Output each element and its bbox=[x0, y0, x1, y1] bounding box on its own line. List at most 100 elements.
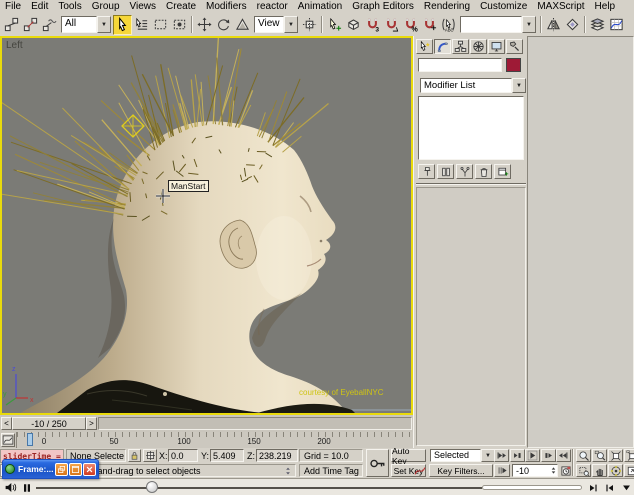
seek-bar[interactable] bbox=[36, 487, 482, 489]
viewport-label[interactable]: Left bbox=[6, 40, 23, 51]
select-and-link-button[interactable] bbox=[2, 15, 21, 35]
menu-item-tools[interactable]: Tools bbox=[53, 1, 86, 12]
chevron-down-icon[interactable]: ▼ bbox=[512, 78, 526, 93]
zoom-button[interactable] bbox=[576, 449, 591, 462]
object-color-swatch[interactable] bbox=[506, 58, 521, 72]
tab-utilities[interactable] bbox=[506, 39, 523, 54]
time-slider-track[interactable] bbox=[98, 417, 412, 430]
time-slider-handle[interactable]: -10 / 250 bbox=[12, 417, 86, 430]
reference-coordinate-system-dropdown[interactable]: View▼ bbox=[254, 16, 298, 33]
select-and-uniform-scale-button[interactable] bbox=[233, 15, 252, 35]
pin-stack-button[interactable] bbox=[418, 164, 435, 179]
menu-item-edit[interactable]: Edit bbox=[26, 1, 53, 12]
menu-item-graph-editors[interactable]: Graph Editors bbox=[347, 1, 419, 12]
previous-frame-button[interactable] bbox=[510, 449, 525, 462]
key-selection-dropdown[interactable]: Selected ▼ bbox=[430, 449, 495, 462]
menu-item-create[interactable]: Create bbox=[161, 1, 201, 12]
tab-hierarchy[interactable] bbox=[452, 39, 469, 54]
select-and-rotate-button[interactable] bbox=[214, 15, 233, 35]
keyboard-shortcut-override-toggle-button[interactable] bbox=[344, 15, 363, 35]
select-by-name-button[interactable] bbox=[132, 15, 151, 35]
bind-to-space-warp-button[interactable] bbox=[40, 15, 59, 35]
region-zoom-button[interactable] bbox=[576, 464, 591, 477]
next-frame-button[interactable] bbox=[541, 449, 556, 462]
z-coord-field[interactable] bbox=[256, 449, 298, 462]
zoom-extents-button[interactable] bbox=[608, 449, 623, 462]
named-selection-sets-button[interactable]: ABC bbox=[439, 15, 458, 35]
menu-item-views[interactable]: Views bbox=[125, 1, 162, 12]
absolute-mode-toggle[interactable] bbox=[143, 449, 157, 462]
snaps-toggle-3d-button[interactable]: 3 bbox=[363, 15, 382, 35]
selection-lock-toggle[interactable] bbox=[128, 449, 141, 462]
menu-item-animation[interactable]: Animation bbox=[293, 1, 347, 12]
menu-item-rendering[interactable]: Rendering bbox=[419, 1, 475, 12]
prompt-expand-icon[interactable] bbox=[282, 465, 293, 476]
frame-spinner[interactable] bbox=[548, 464, 558, 477]
close-button[interactable] bbox=[83, 463, 96, 476]
zoom-extents-all-button[interactable] bbox=[624, 449, 634, 462]
add-time-tag[interactable]: Add Time Tag bbox=[299, 464, 363, 477]
zoom-all-button[interactable] bbox=[592, 449, 607, 462]
menu-item-reactor[interactable]: reactor bbox=[252, 1, 293, 12]
step-back-button[interactable] bbox=[586, 481, 600, 494]
menu-item-maxscript[interactable]: MAXScript bbox=[532, 1, 589, 12]
menu-item-modifiers[interactable]: Modifiers bbox=[201, 1, 252, 12]
modifier-stack-list[interactable] bbox=[418, 96, 524, 160]
x-coord-field[interactable] bbox=[168, 449, 198, 462]
set-keys-button[interactable] bbox=[366, 449, 389, 477]
video-overlay-window[interactable]: Frame:... bbox=[2, 459, 99, 479]
seek-bar-remainder[interactable] bbox=[482, 485, 582, 490]
tab-modify[interactable] bbox=[434, 39, 451, 54]
key-filter-curve-icon[interactable] bbox=[413, 464, 427, 477]
play-button[interactable] bbox=[525, 449, 540, 462]
use-pivot-point-center-button[interactable] bbox=[300, 15, 319, 35]
show-end-result-button[interactable] bbox=[437, 164, 454, 179]
modifier-list-dropdown[interactable]: Modifier List ▼ bbox=[420, 78, 526, 93]
unlink-selection-button[interactable] bbox=[21, 15, 40, 35]
player-menu-arrow[interactable] bbox=[621, 482, 632, 493]
percent-snap-toggle-button[interactable]: % bbox=[401, 15, 420, 35]
angle-snap-toggle-button[interactable] bbox=[382, 15, 401, 35]
curve-editor-button[interactable] bbox=[607, 15, 626, 35]
tab-display[interactable] bbox=[488, 39, 505, 54]
menu-item-customize[interactable]: Customize bbox=[475, 1, 532, 12]
current-frame-marker[interactable] bbox=[27, 433, 33, 446]
key-mode-toggle[interactable] bbox=[494, 464, 510, 477]
layer-manager-button[interactable] bbox=[588, 15, 607, 35]
maximize-button[interactable] bbox=[69, 463, 82, 476]
previous-frame-arrow-button[interactable]: < bbox=[1, 417, 12, 430]
pause-button[interactable] bbox=[20, 481, 33, 494]
head-model[interactable] bbox=[20, 121, 355, 413]
align-button[interactable] bbox=[563, 15, 582, 35]
next-frame-arrow-button[interactable]: > bbox=[86, 417, 97, 430]
menu-item-file[interactable]: File bbox=[0, 1, 26, 12]
select-and-move-button[interactable] bbox=[195, 15, 214, 35]
chevron-down-icon[interactable]: ▼ bbox=[97, 16, 111, 33]
viewport-left[interactable]: z x y Left ManStart courtesy of EyeballN… bbox=[0, 36, 413, 415]
pan-button[interactable] bbox=[592, 464, 607, 477]
menu-item-group[interactable]: Group bbox=[87, 1, 125, 12]
tab-create[interactable] bbox=[416, 39, 433, 54]
seek-knob[interactable] bbox=[146, 481, 158, 493]
time-configuration-button[interactable] bbox=[560, 464, 572, 477]
track-bar-ruler[interactable]: 050100150200 bbox=[16, 432, 413, 448]
go-to-end-button[interactable] bbox=[556, 449, 571, 462]
go-to-start-button[interactable] bbox=[494, 449, 509, 462]
select-object-button[interactable] bbox=[113, 15, 132, 35]
remove-modifier-button[interactable] bbox=[475, 164, 492, 179]
named-sets-dropdown[interactable]: ▼ bbox=[460, 16, 536, 33]
window-crossing-toggle-button[interactable] bbox=[170, 15, 189, 35]
y-coord-field[interactable] bbox=[210, 449, 244, 462]
menu-item-help[interactable]: Help bbox=[590, 1, 621, 12]
restore-button[interactable] bbox=[55, 463, 68, 476]
spinner-snap-toggle-button[interactable] bbox=[420, 15, 439, 35]
mirror-button[interactable] bbox=[544, 15, 563, 35]
selection-filter-dropdown[interactable]: All▼ bbox=[61, 16, 111, 33]
select-and-manipulate-button[interactable] bbox=[325, 15, 344, 35]
key-filters-button[interactable]: Key Filters... bbox=[429, 464, 493, 477]
min-max-toggle-button[interactable] bbox=[624, 464, 634, 477]
open-mini-curve-editor-button[interactable] bbox=[1, 433, 15, 447]
object-name-field[interactable] bbox=[418, 58, 502, 72]
chevron-down-icon[interactable]: ▼ bbox=[481, 449, 495, 462]
rectangular-selection-region-button[interactable] bbox=[151, 15, 170, 35]
